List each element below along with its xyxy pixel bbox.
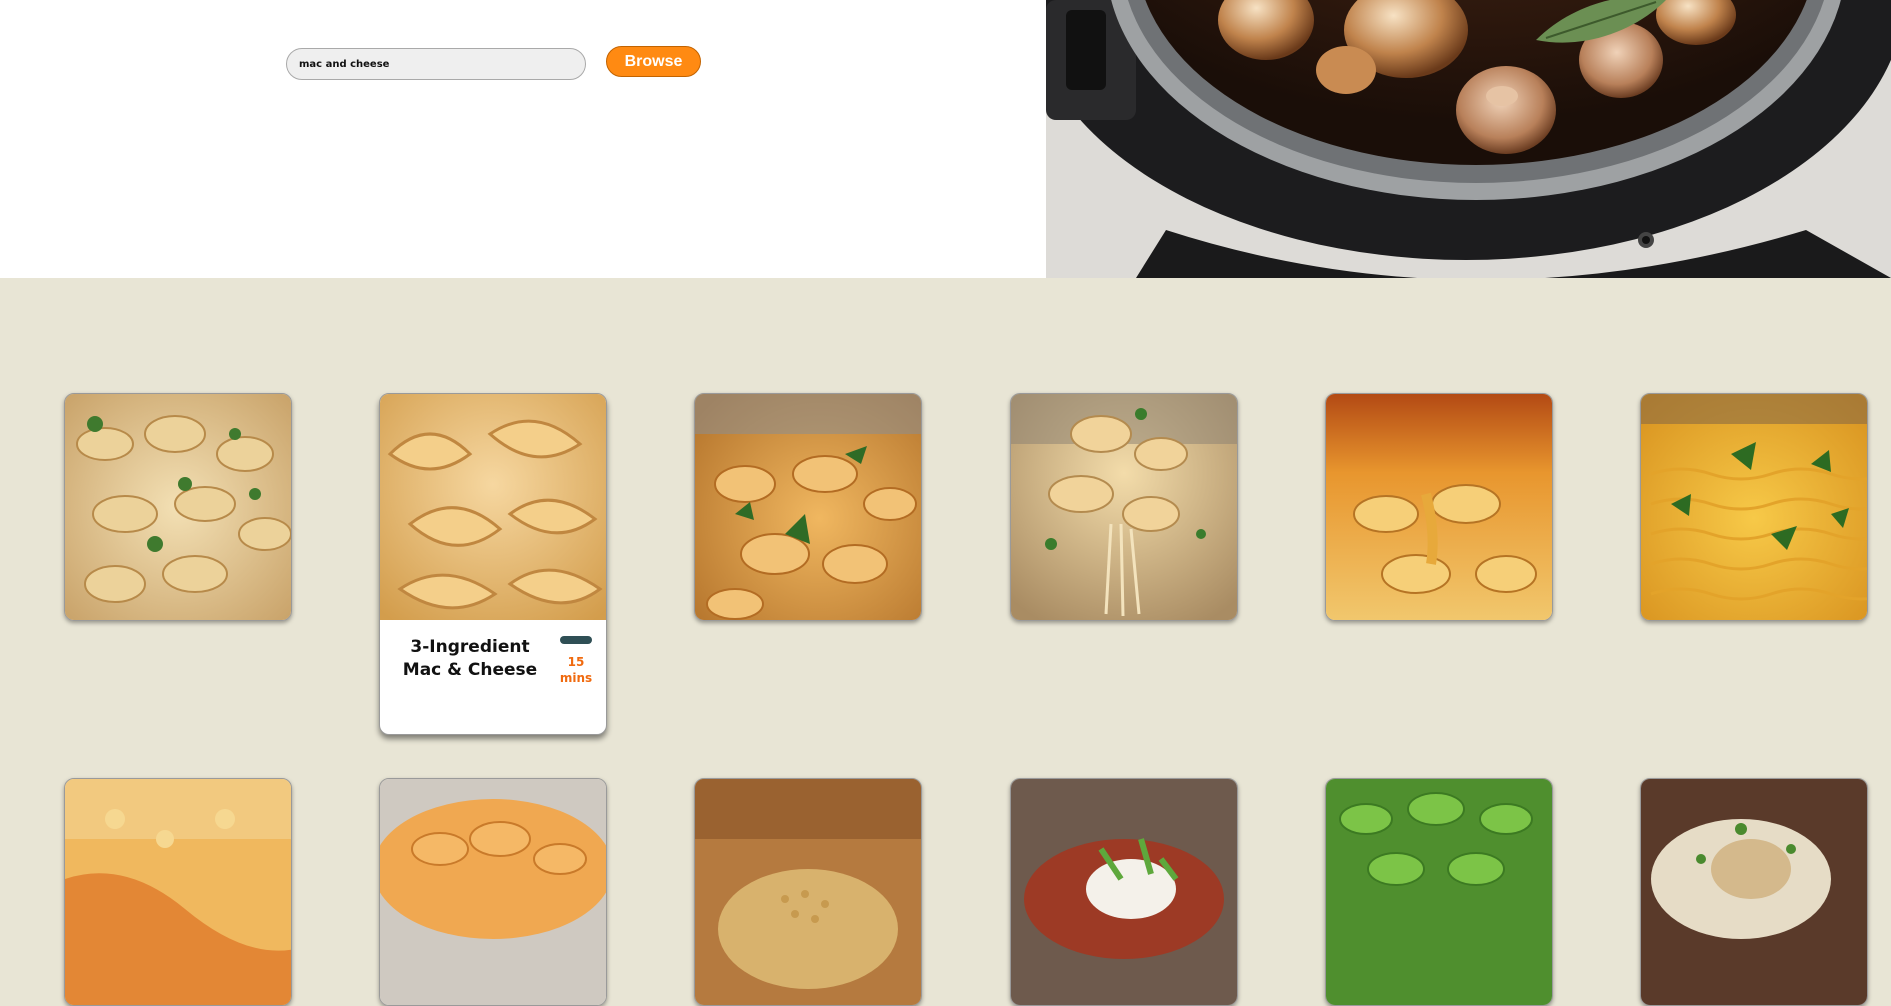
- browse-button[interactable]: Browse: [606, 46, 701, 77]
- recipe-card[interactable]: [1010, 778, 1238, 1006]
- recipe-image: [65, 394, 291, 620]
- recipe-card[interactable]: [694, 778, 922, 1006]
- recipe-card[interactable]: [1010, 393, 1238, 621]
- recipe-card[interactable]: [1640, 393, 1868, 621]
- recipe-image: [380, 779, 606, 1005]
- recipe-card[interactable]: [694, 393, 922, 621]
- search-input[interactable]: [286, 48, 586, 80]
- search-bar: [286, 48, 586, 80]
- recipe-image: [1011, 779, 1237, 1005]
- recipe-grid: 3-Ingredient Mac & Cheese 15 mins: [0, 278, 1891, 1006]
- recipe-image: [695, 394, 921, 620]
- recipe-info: 3-Ingredient Mac & Cheese 15 mins: [380, 620, 606, 734]
- recipe-card[interactable]: [1325, 778, 1553, 1006]
- recipe-image: [1011, 394, 1237, 620]
- recipe-card[interactable]: [64, 393, 292, 621]
- badge-bar: [560, 636, 592, 644]
- recipe-image: [695, 779, 921, 1005]
- hero-image: [1046, 0, 1891, 278]
- recipe-image: [65, 779, 291, 1005]
- recipe-card[interactable]: [379, 778, 607, 1006]
- recipe-title-line2: Mac & Cheese: [402, 660, 538, 680]
- recipe-image: [1326, 394, 1552, 620]
- recipe-image: [1641, 394, 1867, 620]
- recipe-card[interactable]: [1325, 393, 1553, 621]
- cook-time-value: 15: [567, 655, 585, 669]
- cook-time: 15 mins: [556, 654, 596, 686]
- recipe-card[interactable]: [1640, 778, 1868, 1006]
- recipe-card[interactable]: [64, 778, 292, 1006]
- recipe-card-expanded[interactable]: 3-Ingredient Mac & Cheese 15 mins: [379, 393, 607, 735]
- recipe-image: [1326, 779, 1552, 1005]
- multicooker-stew-image: [1046, 0, 1891, 278]
- recipe-title: 3-Ingredient Mac & Cheese: [390, 636, 550, 682]
- recipe-image: [1641, 779, 1867, 1005]
- cook-time-unit: mins: [559, 671, 593, 685]
- recipe-image: [380, 394, 606, 620]
- recipe-title-line1: 3-Ingredient: [410, 637, 530, 657]
